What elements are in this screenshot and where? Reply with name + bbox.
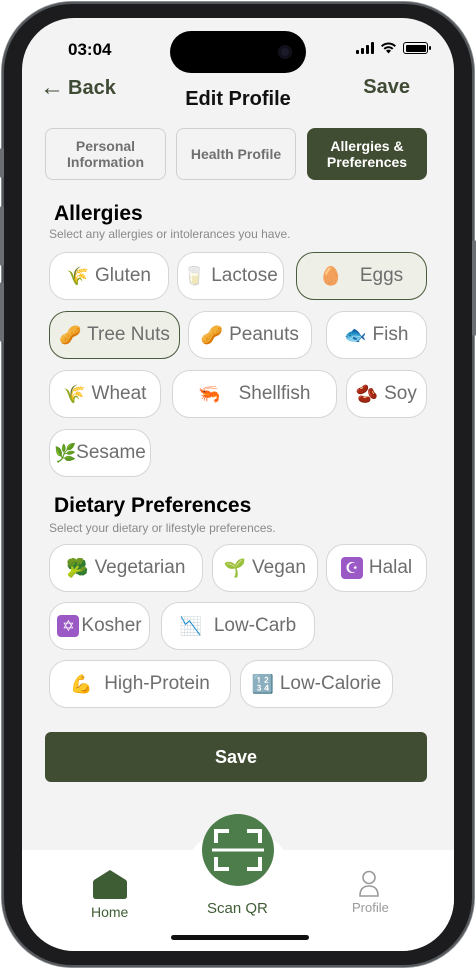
camera-icon [278,45,292,59]
wheat-stalk-icon: 🌾 [66,266,90,286]
chip-label: Gluten [95,265,151,286]
dietary-preferences-subtitle: Select your dietary or lifestyle prefere… [49,521,276,535]
chip-label: Shellfish [238,383,311,404]
chip-label: Sesame [76,442,146,463]
star-of-david-icon: ✡ [57,615,80,637]
chip-high-protein[interactable]: 💪 High-Protein [49,660,231,708]
home-indicator [171,935,309,940]
chip-label: Vegan [252,557,306,578]
chip-eggs[interactable]: 🥚 Eggs [296,252,427,300]
chip-peanuts[interactable]: 🥜 Peanuts [188,311,312,359]
chip-fish[interactable]: 🐟 Fish [326,311,427,359]
chip-wheat[interactable]: 🌾 Wheat [49,370,161,418]
chip-label: Low-Calorie [279,673,382,694]
profile-tab[interactable] [358,870,380,898]
chip-lactose[interactable]: 🥛 Lactose [177,252,284,300]
chip-label: Tree Nuts [87,324,170,345]
numbers-icon: 🔢 [251,674,275,694]
chip-gluten[interactable]: 🌾 Gluten [49,252,169,300]
chip-label: Kosher [81,615,142,636]
status-icons [356,42,431,54]
volume-down-button [0,282,4,342]
edit-profile-screen: 03:04 ← Back Edit Profile Save Personal I… [22,18,454,951]
chip-label: Wheat [91,383,147,404]
chip-soy[interactable]: 🫘 Soy [346,370,427,418]
wheat-icon: 🌾 [63,384,86,404]
dietary-preferences-heading: Dietary Preferences [54,494,252,517]
broccoli-icon: 🥦 [66,558,89,578]
dynamic-island [170,31,306,73]
save-button[interactable]: Save [45,732,427,782]
chip-vegetarian[interactable]: 🥦 Vegetarian [49,544,203,592]
tab-health-profile[interactable]: Health Profile [176,128,296,180]
home-tab[interactable] [92,868,128,900]
phone-screen: 03:04 ← Back Edit Profile Save Personal I… [22,18,454,951]
fish-icon: 🐟 [344,325,367,345]
scan-frame-icon [212,829,264,871]
tab-label: Information [67,154,144,170]
chart-decreasing-icon: 📉 [179,616,203,636]
volume-up-button [0,206,4,266]
tab-label: Health Profile [190,145,282,162]
wifi-icon [381,42,396,54]
allergies-heading: Allergies [54,202,143,225]
chip-label: Halal [368,557,413,578]
egg-icon: 🥚 [319,266,343,286]
chip-halal[interactable]: ☪ Halal [326,544,427,592]
silent-switch [0,148,4,178]
header-save-button[interactable]: Save [363,76,410,99]
shrimp-icon: 🦐 [198,384,221,404]
scan-qr-label[interactable]: Scan QR [207,900,268,917]
peanut-icon: 🥜 [200,325,224,345]
user-icon [359,870,379,897]
chip-low-calorie[interactable]: 🔢 Low-Calorie [240,660,393,708]
chip-kosher[interactable]: ✡ Kosher [49,602,150,650]
home-tab-label[interactable]: Home [91,904,128,920]
glass-of-milk-icon: 🥛 [183,266,206,286]
tab-label: Personal [75,137,136,154]
chip-label: Low-Carb [213,615,297,636]
allergies-subtitle: Select any allergies or intolerances you… [49,227,291,241]
chip-tree-nuts[interactable]: 🥜 Tree Nuts [49,311,180,359]
chip-label: Fish [372,324,409,345]
star-and-crescent-icon: ☪ [340,557,363,579]
nut-icon: 🥜 [58,325,82,345]
flexed-biceps-icon: 💪 [69,674,93,694]
chip-label: Eggs [359,265,404,286]
chip-low-carb[interactable]: 📉 Low-Carb [161,602,315,650]
beans-icon: 🫘 [355,384,379,404]
chip-label: Peanuts [229,324,299,345]
chip-sesame[interactable]: 🌿 Sesame [49,429,151,477]
battery-icon [403,42,431,54]
herb-icon: 🌿 [53,443,77,463]
tab-label: Allergies & [330,137,404,154]
status-time: 03:04 [68,40,112,59]
profile-tab-label[interactable]: Profile [352,900,389,915]
chip-label: Lactose [211,265,278,286]
power-button [472,240,476,336]
tab-personal-information[interactable]: Personal Information [45,128,166,180]
home-icon [93,870,127,899]
seedling-icon: 🌱 [223,558,247,578]
chip-label: Vegetarian [94,557,186,578]
tab-allergies-preferences[interactable]: Allergies & Preferences [307,128,427,180]
chip-shellfish[interactable]: 🦐 Shellfish [172,370,337,418]
tab-label: Preferences [326,154,408,170]
cellular-signal-icon [356,42,374,54]
chip-label: High-Protein [104,673,210,694]
chip-label: Soy [384,383,417,404]
chip-vegan[interactable]: 🌱 Vegan [212,544,318,592]
scan-qr-button[interactable] [202,814,274,886]
